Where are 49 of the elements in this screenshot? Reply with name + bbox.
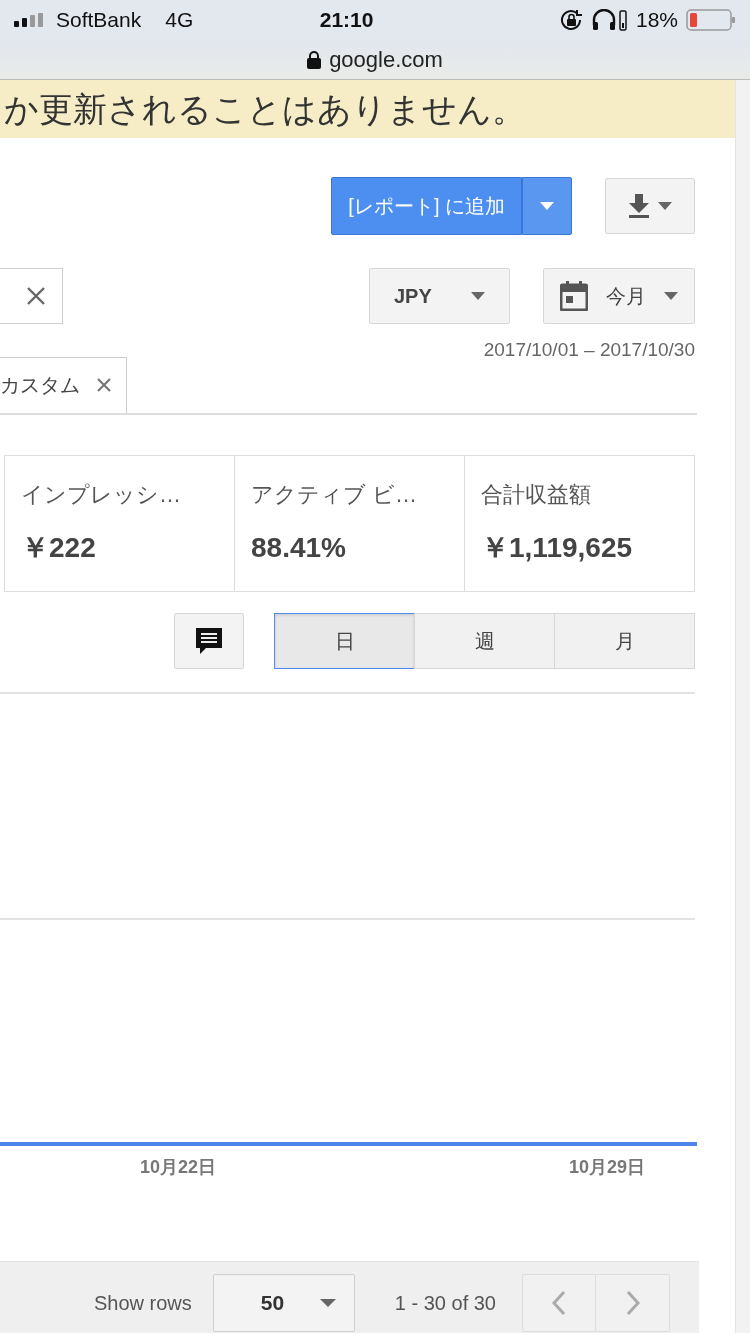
filter-chip[interactable]: カスタム <box>0 356 127 413</box>
chevron-right-icon <box>625 1290 640 1316</box>
caret-icon <box>540 202 554 210</box>
notice-text: か更新されることはありません。 <box>4 88 526 130</box>
rotation-lock-icon <box>559 9 584 31</box>
show-rows-label: Show rows <box>94 1291 192 1316</box>
search-field[interactable] <box>0 268 63 324</box>
battery-percentage: 18% <box>635 7 678 34</box>
dropdown-toggle-button[interactable] <box>522 177 572 235</box>
url-text[interactable]: google.com <box>329 43 443 76</box>
annotation-button[interactable] <box>174 612 244 669</box>
caret-icon <box>319 1299 336 1307</box>
close-icon[interactable] <box>96 377 112 393</box>
metric-card[interactable]: アクティブ ビ… 88.41% <box>234 454 465 592</box>
caret-icon <box>658 202 672 210</box>
date-range-dropdown[interactable]: 今月 <box>543 268 695 324</box>
metric-value: ￥222 <box>21 530 97 565</box>
metric-label: インプレッシ… <box>21 480 182 509</box>
currency-dropdown[interactable]: JPY <box>369 268 510 324</box>
carrier-name: SoftBank <box>56 7 142 34</box>
download-icon <box>628 194 650 218</box>
page-range-text: 1 - 30 of 30 <box>394 1291 496 1316</box>
chevron-left-icon <box>552 1290 566 1316</box>
rows-per-page-dropdown[interactable]: 50 <box>212 1274 355 1332</box>
metric-label: 合計収益額 <box>481 480 592 509</box>
caret-icon <box>664 292 678 300</box>
lock-icon <box>307 50 322 69</box>
date-range-text: 2017/10/01 – 2017/10/30 <box>483 338 695 362</box>
comment-icon <box>194 625 224 656</box>
metric-card[interactable]: インプレッシ… ￥222 <box>4 454 235 592</box>
network-type: 4G <box>165 7 194 34</box>
granularity-tab[interactable]: 日 <box>274 612 415 669</box>
axis-label: 10月29日 <box>569 1155 646 1179</box>
download-button[interactable] <box>605 178 695 234</box>
axis-label: 10月22日 <box>140 1155 217 1179</box>
granularity-tab[interactable]: 月 <box>554 612 695 669</box>
battery-icon <box>686 9 736 31</box>
headphones-icon <box>591 9 628 31</box>
close-icon[interactable] <box>26 286 46 306</box>
metric-value: 88.41% <box>251 530 347 565</box>
metric-card[interactable]: 合計収益額 ￥1,119,625 <box>464 454 695 592</box>
metric-label: アクティブ ビ… <box>251 480 419 509</box>
clock-time: 21:10 <box>319 7 374 34</box>
caret-icon <box>471 292 485 300</box>
scrollbar[interactable] <box>735 80 750 1333</box>
granularity-tab[interactable]: 週 <box>414 612 555 669</box>
metric-value: ￥1,119,625 <box>481 530 634 565</box>
calendar-icon <box>560 281 588 311</box>
chip-label: カスタム <box>0 373 80 398</box>
